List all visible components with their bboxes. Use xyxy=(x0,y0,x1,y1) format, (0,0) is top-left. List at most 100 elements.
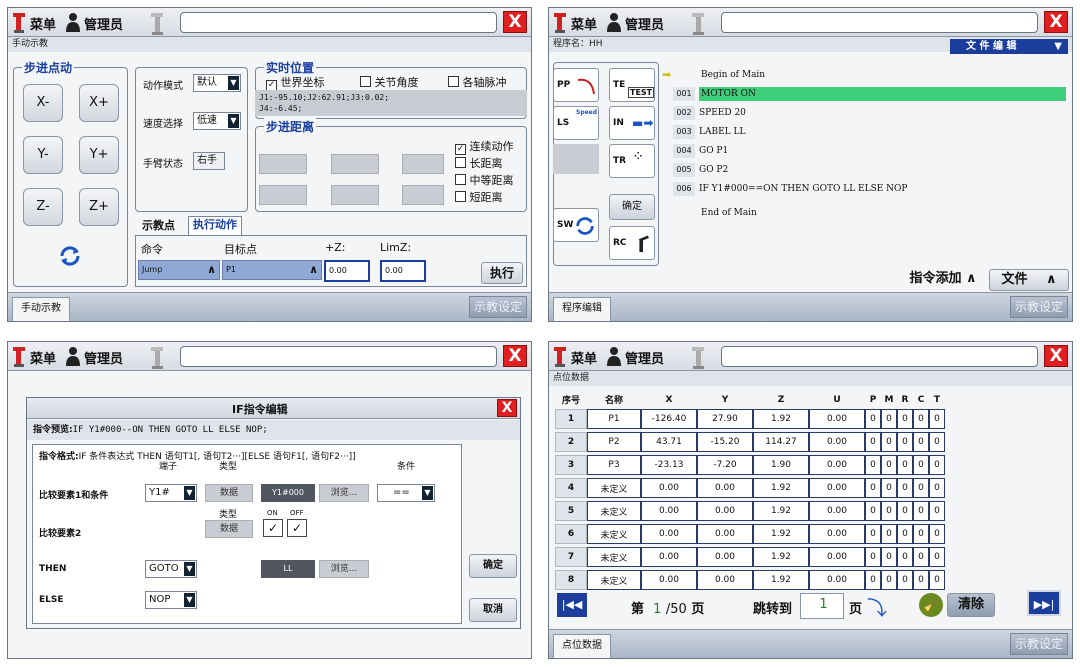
add-instruction-button[interactable]: 指令添加 ∧ xyxy=(902,269,984,291)
short-distance-option[interactable]: 短距离 xyxy=(455,189,503,205)
axis-pulse-option[interactable]: 各轴脉冲 xyxy=(448,74,507,90)
tab-point-data[interactable]: 点位数据 xyxy=(553,634,611,658)
table-cell[interactable]: 0.00 xyxy=(641,547,697,567)
then-select[interactable]: GOTO ▼ xyxy=(145,560,197,578)
ls-instruction-button[interactable]: LS Speed xyxy=(553,106,599,140)
tab-program-edit[interactable]: 程序编辑 xyxy=(553,297,611,321)
table-row[interactable]: 4 未定义 0.00 0.00 1.92 0.00 0 0 0 0 0 xyxy=(555,478,945,498)
table-cell[interactable]: 0 xyxy=(897,455,913,475)
table-cell[interactable]: 0 xyxy=(865,570,881,590)
table-cell[interactable]: 1.90 xyxy=(753,455,809,475)
table-cell[interactable]: 0 xyxy=(881,524,897,544)
program-line[interactable]: LABEL LL xyxy=(699,125,745,139)
close-button[interactable]: X xyxy=(503,11,527,33)
table-cell[interactable]: 0 xyxy=(865,409,881,429)
table-cell[interactable]: 0 xyxy=(865,524,881,544)
program-line[interactable]: SPEED 20 xyxy=(699,106,746,120)
row-index-cell[interactable]: 7 xyxy=(555,547,587,567)
tab-manual-teach[interactable]: 手动示教 xyxy=(12,297,70,321)
menu-button[interactable]: 菜单 xyxy=(30,14,56,33)
refresh-icon[interactable] xyxy=(57,244,83,268)
table-cell[interactable]: 0 xyxy=(913,455,929,475)
table-cell[interactable]: 0 xyxy=(929,570,945,590)
close-button[interactable]: X xyxy=(503,345,527,367)
message-field[interactable] xyxy=(180,346,497,367)
table-cell[interactable]: 未定义 xyxy=(587,478,641,498)
table-cell[interactable]: 0 xyxy=(865,478,881,498)
table-cell[interactable]: 1.92 xyxy=(753,478,809,498)
table-cell[interactable]: 0 xyxy=(897,409,913,429)
type2-button[interactable]: 数据 xyxy=(205,520,253,538)
table-cell[interactable]: 未定义 xyxy=(587,524,641,544)
table-cell[interactable]: 1.92 xyxy=(753,547,809,567)
table-cell[interactable]: -126.40 xyxy=(641,409,697,429)
table-cell[interactable]: 0 xyxy=(897,547,913,567)
table-row[interactable]: 7 未定义 0.00 0.00 1.92 0.00 0 0 0 0 0 xyxy=(555,547,945,567)
table-cell[interactable]: -7.20 xyxy=(697,455,753,475)
table-cell[interactable]: 0.00 xyxy=(697,524,753,544)
message-field[interactable] xyxy=(721,346,1038,367)
table-cell[interactable]: 0 xyxy=(865,501,881,521)
broom-icon[interactable]: 🧹 xyxy=(919,593,943,617)
table-cell[interactable]: 0.00 xyxy=(809,547,865,567)
long-distance-option[interactable]: 长距离 xyxy=(455,155,503,171)
rc-instruction-button[interactable]: RC xyxy=(609,226,655,260)
table-cell[interactable]: 0 xyxy=(929,432,945,452)
limz-input[interactable]: 0.00 xyxy=(380,260,426,282)
in-instruction-button[interactable]: IN ▬➡ xyxy=(609,106,655,140)
tab-execute-action[interactable]: 执行动作 xyxy=(188,216,242,236)
table-cell[interactable]: 0 xyxy=(881,570,897,590)
admin-label[interactable]: 管理员 xyxy=(84,14,123,33)
table-cell[interactable]: 1.92 xyxy=(753,570,809,590)
table-cell[interactable]: 0 xyxy=(929,478,945,498)
blank-instruction-button[interactable] xyxy=(553,144,599,174)
tr-instruction-button[interactable]: TR ⁘ xyxy=(609,144,655,178)
tab-teach-point[interactable]: 示教点 xyxy=(138,218,179,236)
table-cell[interactable]: 0 xyxy=(897,478,913,498)
target-select[interactable]: P1 ∧ xyxy=(222,260,322,280)
teach-settings-button[interactable]: 示教设定 xyxy=(469,296,527,318)
table-cell[interactable]: 0 xyxy=(929,524,945,544)
jog-x-plus-button[interactable]: X+ xyxy=(79,84,119,122)
table-cell[interactable]: 0.00 xyxy=(641,570,697,590)
table-cell[interactable]: 0 xyxy=(913,478,929,498)
message-field[interactable] xyxy=(180,12,497,33)
menu-button[interactable]: 菜单 xyxy=(571,348,597,367)
table-cell[interactable]: 0.00 xyxy=(809,501,865,521)
row-index-cell[interactable]: 2 xyxy=(555,432,587,452)
execute-button[interactable]: 执行 xyxy=(481,262,523,284)
table-cell[interactable]: 0 xyxy=(913,570,929,590)
else-select[interactable]: NOP ▼ xyxy=(145,591,197,609)
table-cell[interactable]: 43.71 xyxy=(641,432,697,452)
table-cell[interactable]: 1.92 xyxy=(753,524,809,544)
program-line[interactable]: IF Y1#000==ON THEN GOTO LL ELSE NOP xyxy=(699,182,907,196)
pp-instruction-button[interactable]: PP xyxy=(553,68,599,102)
command-select[interactable]: Jump ∧ xyxy=(138,260,220,280)
table-row[interactable]: 1 P1 -126.40 27.90 1.92 0.00 0 0 0 0 0 xyxy=(555,409,945,429)
table-cell[interactable]: 27.90 xyxy=(697,409,753,429)
table-cell[interactable]: 0.00 xyxy=(809,409,865,429)
table-cell[interactable]: 0 xyxy=(913,409,929,429)
jog-x-minus-button[interactable]: X- xyxy=(23,84,63,122)
table-cell[interactable]: 0.00 xyxy=(809,478,865,498)
jump-page-input[interactable]: 1 xyxy=(800,593,844,619)
table-cell[interactable]: 0 xyxy=(881,478,897,498)
on-checkbox[interactable]: ✓ xyxy=(263,519,283,537)
table-cell[interactable]: 0 xyxy=(897,524,913,544)
admin-label[interactable]: 管理员 xyxy=(84,348,123,367)
table-cell[interactable]: 0.00 xyxy=(809,524,865,544)
jump-arrow-icon[interactable]: ⤵ xyxy=(867,592,887,621)
type1-button[interactable]: 数据 xyxy=(205,484,253,502)
first-page-button[interactable]: |◀◀ xyxy=(557,593,587,617)
table-cell[interactable]: 未定义 xyxy=(587,501,641,521)
jog-z-minus-button[interactable]: Z- xyxy=(23,188,63,226)
continuous-option[interactable]: ✓ 连续动作 xyxy=(455,138,514,155)
port-select[interactable]: Y1# ▼ xyxy=(145,484,197,502)
table-cell[interactable]: 0.00 xyxy=(809,432,865,452)
table-row[interactable]: 2 P2 43.71 -15.20 114.27 0.00 0 0 0 0 0 xyxy=(555,432,945,452)
table-cell[interactable]: 0 xyxy=(913,432,929,452)
condition-select[interactable]: == ▼ xyxy=(377,484,435,502)
table-cell[interactable]: 0 xyxy=(913,501,929,521)
last-page-button[interactable]: ▶▶| xyxy=(1027,590,1061,616)
clear-button[interactable]: 清除 xyxy=(947,593,995,617)
